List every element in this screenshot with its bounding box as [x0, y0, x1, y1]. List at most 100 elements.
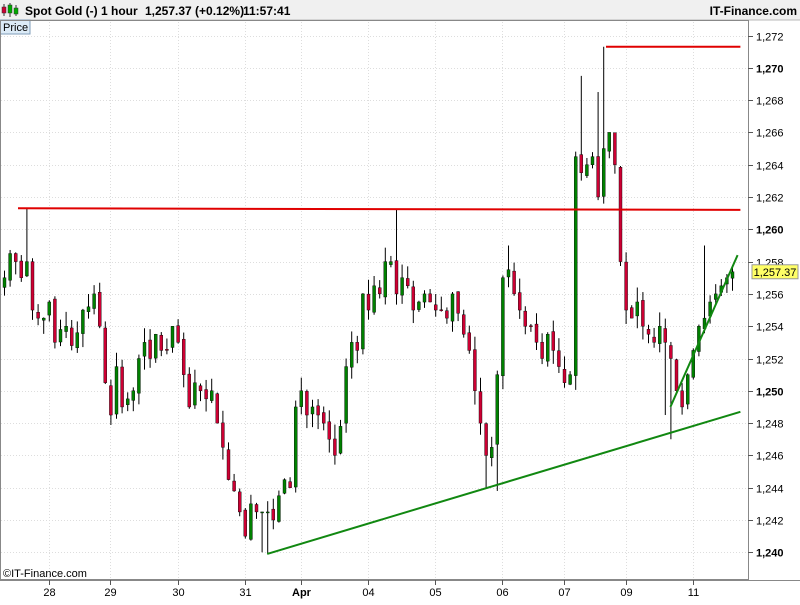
candle-body-down	[165, 349, 169, 351]
candle-body-down	[456, 291, 460, 314]
candle	[187, 367, 192, 409]
candle	[176, 319, 180, 344]
candle-body-up	[350, 342, 354, 368]
candle	[277, 490, 281, 523]
candle	[624, 252, 628, 325]
candle	[506, 245, 511, 288]
watermark: ©IT-Finance.com	[3, 568, 87, 580]
candle	[92, 285, 96, 315]
candle	[518, 278, 522, 319]
candle	[333, 424, 337, 465]
candle-body-up	[266, 511, 270, 514]
candle-body-up	[125, 398, 130, 405]
candle-body-down	[411, 286, 415, 311]
y-tick-label: 1,266	[756, 128, 784, 140]
candle	[8, 249, 12, 287]
candle-body-up	[92, 293, 96, 309]
candle-body-up	[495, 374, 499, 445]
candle	[434, 294, 438, 317]
candle-body-down	[551, 331, 555, 351]
candle-body-down	[557, 350, 561, 367]
candle-body-down	[534, 323, 539, 343]
candle-body-up	[400, 277, 404, 296]
candle	[702, 245, 707, 334]
quote-value: 1,257.37 (+0.12%)	[145, 4, 244, 18]
y-tick-label: 1,268	[756, 96, 784, 108]
candle	[69, 319, 74, 351]
y-tick-label: 1,272	[756, 32, 784, 44]
y-tick-label: 1,254	[756, 322, 784, 334]
candle	[551, 320, 555, 364]
candle-body-down	[215, 393, 220, 424]
candle	[473, 336, 477, 405]
candle	[103, 321, 108, 385]
candles	[2, 46, 735, 554]
candle-body-up	[277, 495, 281, 522]
resistance-line	[17, 207, 741, 211]
candle	[456, 291, 460, 322]
candle	[383, 247, 387, 305]
x-tick-label: 09	[620, 587, 632, 599]
y-tick-label: 1,240	[756, 548, 784, 560]
candle	[635, 287, 639, 329]
y-tick-label: 1,270	[756, 64, 784, 76]
candle-body-down	[484, 423, 488, 456]
candle-body-up	[338, 426, 343, 454]
candle-body-down	[316, 405, 320, 416]
candle	[372, 275, 376, 315]
candle	[260, 511, 264, 553]
candle	[81, 308, 85, 348]
candle	[316, 399, 320, 430]
candle-body-down	[478, 391, 483, 424]
candle-body-down	[232, 480, 236, 492]
x-tick-label: 28	[43, 587, 55, 599]
candle	[467, 325, 471, 354]
candle	[153, 333, 158, 363]
candle-body-down	[652, 336, 656, 343]
candle	[344, 358, 348, 433]
candle	[501, 275, 505, 390]
candle-body-down	[243, 509, 248, 537]
candle	[58, 319, 63, 347]
candle-body-up	[546, 334, 550, 362]
y-tick-label: 1,256	[756, 290, 784, 302]
candle	[512, 262, 516, 296]
candle-body-down	[394, 260, 399, 295]
candle-body-up	[131, 390, 136, 401]
candle-body-down	[103, 327, 108, 383]
candle	[602, 46, 606, 204]
candle-body-up	[282, 479, 287, 494]
candle	[607, 132, 611, 159]
candle-body-down	[148, 339, 152, 359]
candle	[226, 442, 231, 481]
candle	[243, 508, 248, 539]
candle	[439, 296, 443, 312]
candle-body-up	[490, 447, 494, 458]
candle	[585, 157, 589, 178]
candle	[86, 293, 91, 319]
candle	[198, 383, 203, 402]
candle-body-up	[501, 277, 505, 377]
candles-icon	[1, 3, 19, 17]
candle-body-down	[333, 438, 337, 456]
candle-body-down	[204, 389, 208, 400]
candle-body-up	[344, 366, 348, 424]
x-tick-label: 06	[496, 587, 508, 599]
candle-body-down	[97, 292, 102, 327]
candle	[361, 293, 365, 355]
candle-body-down	[109, 385, 113, 416]
candle-body-up	[686, 374, 690, 405]
candle-body-down	[579, 154, 583, 173]
candle-body-down	[187, 373, 192, 408]
candle-body-down	[327, 421, 331, 440]
candle-body-up	[585, 164, 589, 176]
candle	[64, 311, 68, 339]
candle-body-up	[574, 156, 578, 376]
candle-body-up	[42, 317, 46, 321]
candle-body-down	[641, 300, 645, 327]
candle	[394, 209, 399, 305]
candle-body-down	[13, 253, 18, 262]
candle	[254, 502, 259, 519]
x-tick-label: Apr	[292, 587, 312, 599]
brand-label: IT-Finance.com	[710, 4, 797, 18]
